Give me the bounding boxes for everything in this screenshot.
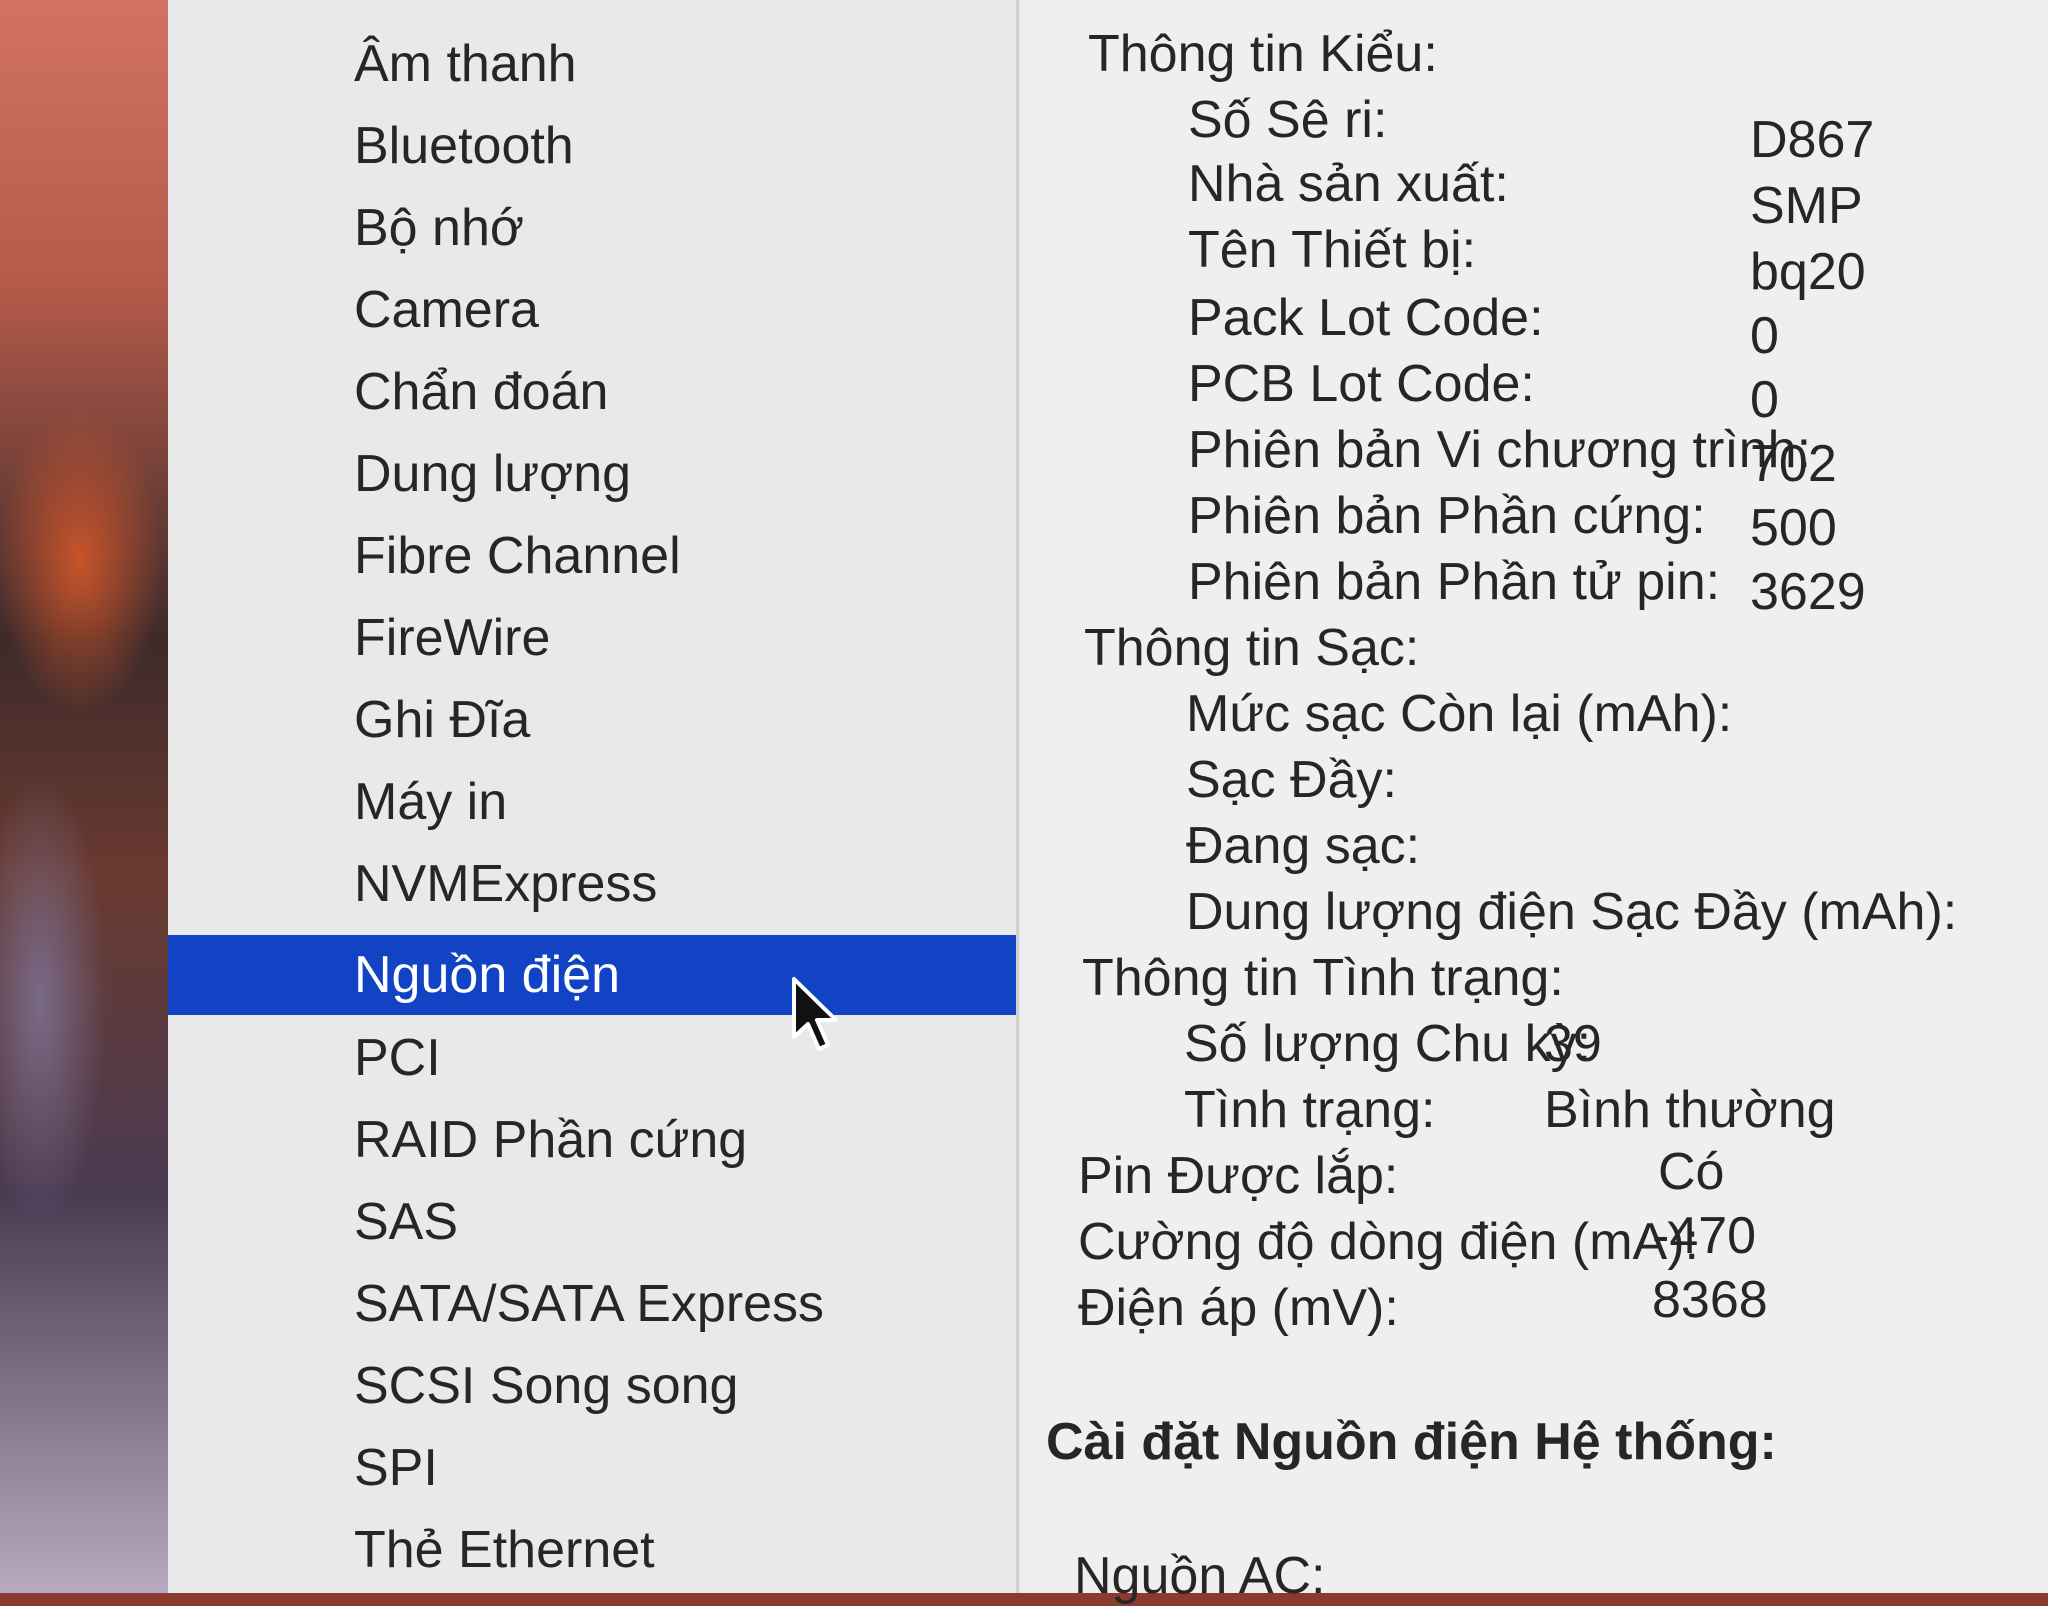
health-info-heading: Thông tin Tình trạng:: [1082, 949, 1564, 1007]
sidebar-item-storage[interactable]: Dung lượng: [168, 434, 1016, 514]
charge-remaining-label: Mức sạc Còn lại (mAh):: [1186, 685, 1733, 743]
serial-value: D867: [1750, 111, 1875, 169]
voltage-label: Điện áp (mV):: [1078, 1279, 1399, 1337]
hardware-revision-value: 500: [1750, 499, 1837, 557]
voltage-value: 8368: [1652, 1271, 1768, 1329]
detail-pane: Thông tin Kiểu: Số Sê ri: D867 Nhà sản x…: [1022, 0, 2048, 1605]
sidebar-item-firewire[interactable]: FireWire: [168, 598, 1016, 678]
sidebar-item-fibre-channel[interactable]: Fibre Channel: [168, 516, 1016, 596]
charging-label: Đang sạc:: [1186, 817, 1421, 875]
sidebar-item-memory[interactable]: Bộ nhớ: [168, 188, 1016, 268]
sidebar-item-nvmexpress[interactable]: NVMExpress: [168, 844, 1016, 924]
amperage-label: Cường độ dòng điện (mA):: [1078, 1213, 1700, 1271]
cell-revision-value: 3629: [1750, 563, 1866, 621]
amperage-value: -470: [1652, 1207, 1757, 1265]
firmware-version-value: 702: [1750, 435, 1837, 493]
model-info-heading: Thông tin Kiểu:: [1088, 25, 1438, 83]
sidebar-item-spi[interactable]: SPI: [168, 1428, 1016, 1508]
sidebar-item-bluetooth[interactable]: Bluetooth: [168, 106, 1016, 186]
sidebar-item-audio[interactable]: Âm thanh: [168, 24, 1016, 104]
sidebar-item-camera[interactable]: Camera: [168, 270, 1016, 350]
pack-lot-code-value: 0: [1750, 307, 1779, 365]
ac-power-label: Nguồn AC:: [1074, 1547, 1326, 1605]
firmware-version-label: Phiên bản Vi chương trình:: [1188, 421, 1812, 479]
device-name-value: bq20: [1750, 243, 1866, 301]
sidebar-item-parallel-scsi[interactable]: SCSI Song song: [168, 1346, 1016, 1426]
sidebar-item-power[interactable]: Nguồn điện: [168, 935, 1016, 1015]
condition-label: Tình trạng:: [1184, 1081, 1436, 1139]
manufacturer-value: SMP: [1750, 177, 1863, 235]
sidebar-item-hardware-raid[interactable]: RAID Phần cứng: [168, 1100, 1016, 1180]
sidebar[interactable]: Âm thanh Bluetooth Bộ nhớ Camera Chẩn đo…: [168, 0, 1019, 1593]
mouse-pointer-icon: [792, 977, 838, 1051]
sidebar-item-diagnostics[interactable]: Chẩn đoán: [168, 352, 1016, 432]
battery-installed-value: Có: [1658, 1143, 1725, 1201]
device-name-label: Tên Thiết bị:: [1188, 221, 1477, 279]
system-power-settings-heading: Cài đặt Nguồn điện Hệ thống:: [1046, 1413, 1777, 1471]
sidebar-item-ethernet-cards[interactable]: Thẻ Ethernet: [168, 1510, 1016, 1590]
pack-lot-code-label: Pack Lot Code:: [1188, 289, 1544, 347]
manufacturer-label: Nhà sản xuất:: [1188, 155, 1509, 213]
sidebar-item-printers[interactable]: Máy in: [168, 762, 1016, 842]
sidebar-item-pci[interactable]: PCI: [168, 1018, 1016, 1098]
fully-charged-label: Sạc Đầy:: [1186, 751, 1397, 809]
cycle-count-label: Số lượng Chu kỳ:: [1184, 1015, 1592, 1073]
sidebar-item-sas[interactable]: SAS: [168, 1182, 1016, 1262]
cell-revision-label: Phiên bản Phần tử pin:: [1188, 553, 1721, 611]
pcb-lot-code-label: PCB Lot Code:: [1188, 355, 1535, 413]
desktop-wallpaper: [0, 0, 170, 1593]
system-information-window: Âm thanh Bluetooth Bộ nhớ Camera Chẩn đo…: [168, 0, 2048, 1605]
sidebar-item-disc-burning[interactable]: Ghi Đĩa: [168, 680, 1016, 760]
cycle-count-value: 39: [1544, 1015, 1602, 1073]
full-charge-capacity-label: Dung lượng điện Sạc Đầy (mAh):: [1186, 883, 1958, 941]
battery-installed-label: Pin Được lắp:: [1078, 1147, 1399, 1205]
charge-info-heading: Thông tin Sạc:: [1084, 619, 1420, 677]
serial-label: Số Sê ri:: [1188, 91, 1388, 149]
hardware-revision-label: Phiên bản Phần cứng:: [1188, 487, 1706, 545]
sidebar-item-sata[interactable]: SATA/SATA Express: [168, 1264, 1016, 1344]
condition-value: Bình thường: [1544, 1081, 1836, 1139]
